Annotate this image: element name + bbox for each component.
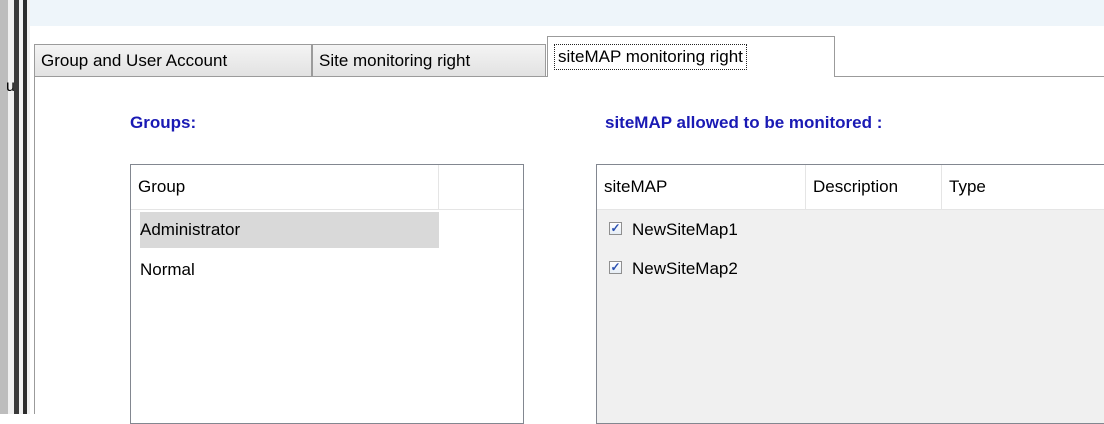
column-header-sitemap[interactable]: siteMAP (597, 165, 806, 209)
list-item-normal[interactable]: Normal (140, 252, 195, 288)
list-item-administrator[interactable]: Administrator (140, 212, 439, 248)
column-header-empty[interactable] (439, 165, 523, 209)
tab-panel-left-border (34, 76, 35, 414)
column-header-group[interactable]: Group (131, 165, 439, 209)
list-item-label: Administrator (140, 220, 241, 239)
tab-label: Site monitoring right (319, 51, 471, 70)
sitemap-listview[interactable]: siteMAP Description Type ✓ NewSiteMap1 ✓ N… (596, 164, 1104, 424)
tab-strip: Group and User Account Site monitoring r… (34, 36, 1104, 77)
sitemap-item-label: NewSiteMap2 (632, 259, 738, 278)
checkbox-newsitemap2[interactable]: ✓ (609, 260, 622, 275)
tab-sitemap-monitoring-right[interactable]: siteMAP monitoring right (547, 36, 835, 77)
groups-heading: Groups: (130, 113, 197, 132)
window-frame-bar (23, 0, 27, 414)
check-mark-icon: ✓ (610, 221, 621, 236)
column-header-description[interactable]: Description (806, 165, 942, 209)
window-left-edge: u (0, 0, 30, 414)
column-header-type[interactable]: Type (942, 165, 1104, 209)
partial-text: u (6, 78, 15, 95)
groups-listview[interactable]: Group Administrator Normal (130, 164, 524, 424)
groups-list-header: Group (131, 165, 523, 210)
sitemap-list-header: siteMAP Description Type (597, 165, 1104, 210)
tab-group-and-user-account[interactable]: Group and User Account (34, 44, 312, 76)
sitemap-item-newsitemap2[interactable]: ✓ NewSiteMap2 (609, 251, 738, 287)
check-mark-icon: ✓ (610, 260, 621, 275)
checkbox-newsitemap1[interactable]: ✓ (609, 221, 622, 236)
list-item-label: Normal (140, 260, 195, 279)
tab-label: Group and User Account (41, 51, 228, 70)
tab-label: siteMAP monitoring right (554, 44, 747, 70)
sitemap-item-newsitemap1[interactable]: ✓ NewSiteMap1 (609, 212, 738, 248)
tab-site-monitoring-right[interactable]: Site monitoring right (312, 44, 546, 76)
scrollbar-strip[interactable] (0, 0, 8, 414)
sitemap-allowed-heading: siteMAP allowed to be monitored : (605, 113, 883, 132)
splitter-bar[interactable] (14, 0, 19, 414)
sitemap-item-label: NewSiteMap1 (632, 220, 738, 239)
top-band (30, 0, 1104, 26)
